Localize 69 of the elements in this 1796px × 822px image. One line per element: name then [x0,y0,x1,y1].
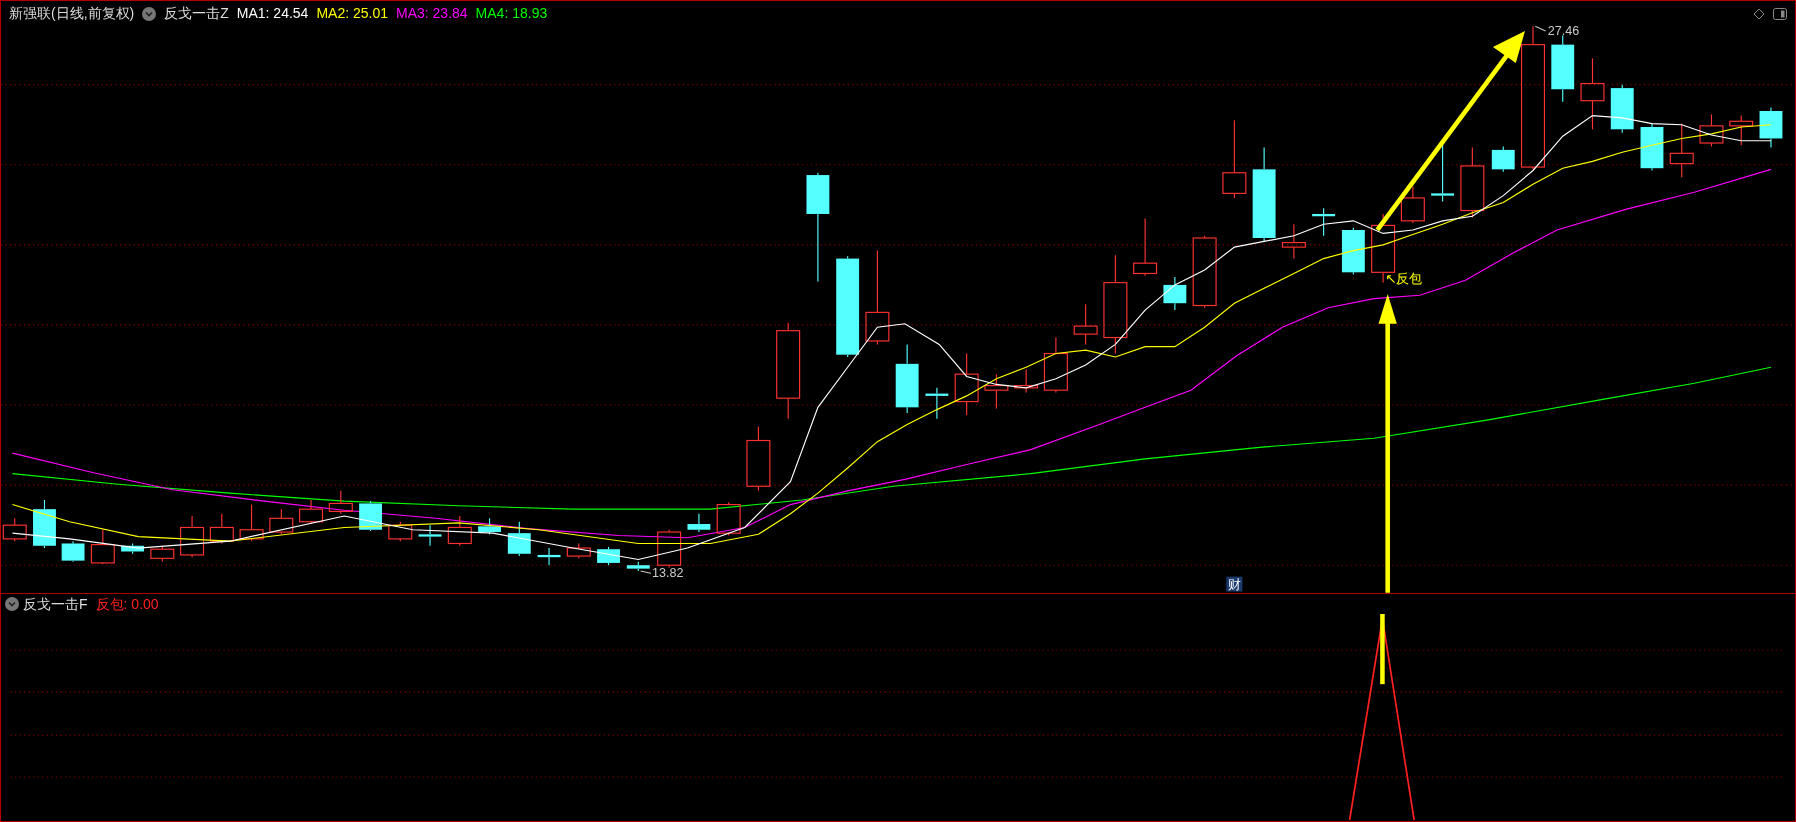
candlestick [269,508,294,535]
candlestick [657,529,682,569]
candlestick [1729,115,1754,146]
candlestick [359,500,382,532]
candlestick [507,521,531,557]
candlestick [418,524,442,547]
candlestick [1014,369,1039,393]
candlestick [1669,123,1694,178]
candlestick [1400,185,1425,224]
candlestick [1371,213,1396,284]
indicator-name: 反戈一击Z [164,4,229,23]
candlestick [1460,147,1485,218]
candlestick [61,540,85,563]
stock-title: 新强联(日线,前复权) [9,4,135,23]
candlestick [1043,336,1068,393]
candlestick [180,515,205,558]
candlestick [954,353,979,416]
candlestick [33,499,56,549]
candlestick [984,373,1009,410]
candlestick [1610,84,1634,134]
leader-line [1534,26,1547,32]
candlestick [328,490,353,515]
candlestick [1133,217,1158,277]
candlestick [1312,207,1336,237]
indicator-name: 反戈一击F [23,594,88,614]
ma-reading: MA1: 24.54 [236,4,309,23]
signal-label: 反包 [1395,271,1422,286]
candlestick [1491,145,1515,173]
collapse-chevron-icon[interactable] [5,597,19,611]
candlestick [1640,123,1664,172]
ma-reading: MA3: 23.84 [396,4,468,23]
candlestick [447,515,472,547]
diamond-icon[interactable] [1753,7,1765,20]
candlestick [895,343,919,414]
candlestick [2,517,27,542]
candlestick [478,517,501,535]
collapse-chevron-icon[interactable] [142,6,157,21]
ma-reading: MA2: 25.01 [316,4,388,23]
candlestick [150,545,175,563]
candlestick [1073,303,1098,345]
candlestick [1759,107,1783,149]
candlestick [299,499,324,525]
candlestick [746,426,771,492]
ma-reading: MA4: 18.93 [475,4,548,23]
finance-badge[interactable]: 财 [1226,576,1243,593]
candlestick [687,513,711,533]
candlestick [716,501,741,537]
candlestick [1551,34,1575,103]
candlestick [1341,227,1365,276]
signal-reading: 反包: 0.00 [95,594,159,614]
candlestick [597,546,620,566]
low-price-label: 13.82 [652,565,684,580]
panel-toggle-icon[interactable] [1773,7,1787,20]
candlestick [1699,113,1724,148]
candlestick [209,513,234,545]
candlestick [90,529,115,565]
candlestick [121,542,144,555]
leader-line [640,570,652,574]
candlestick [566,542,591,559]
candlestick [537,547,561,566]
candlestick [388,521,413,542]
candlestick [1163,276,1187,311]
pointer-arrow-icon [1387,275,1396,284]
candlestick [239,504,264,542]
candlestick [1281,223,1306,260]
high-price-label: 27.46 [1547,26,1580,39]
candlestick [626,561,650,572]
candlestick [1431,143,1455,202]
candlestick [925,387,949,420]
